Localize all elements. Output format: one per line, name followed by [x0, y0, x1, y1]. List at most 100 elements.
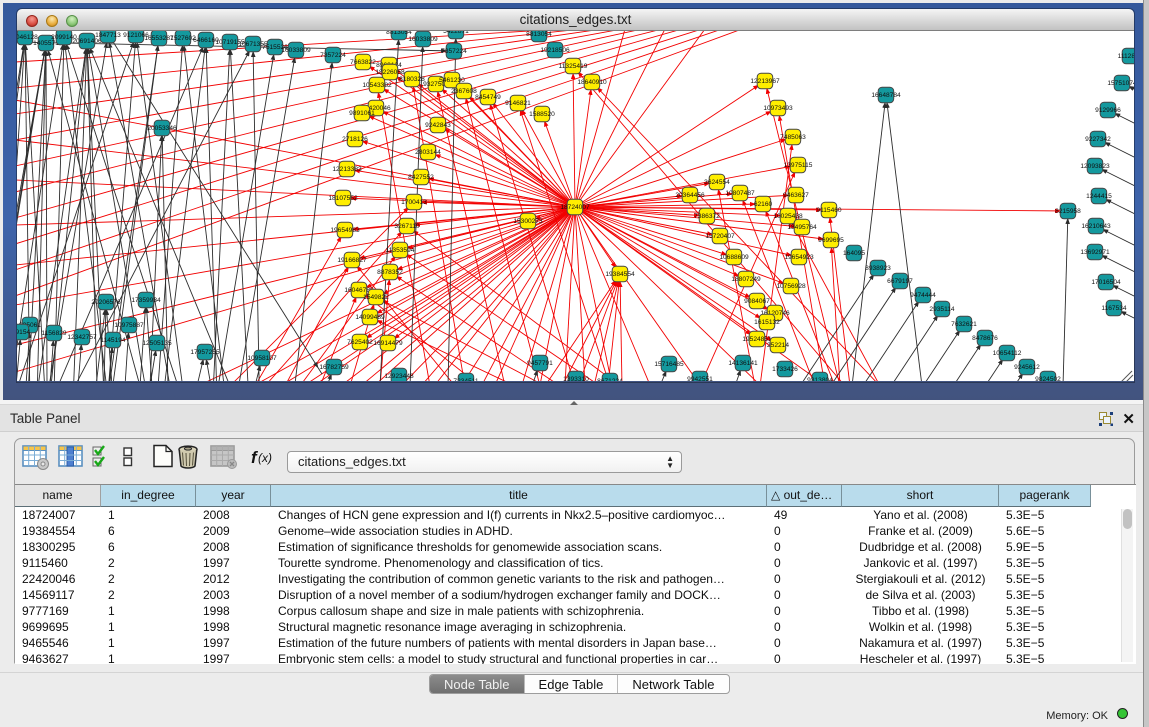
svg-text:7485063: 7485063: [780, 134, 806, 141]
svg-text:9942551: 9942551: [687, 376, 713, 381]
svg-text:9245612: 9245612: [1014, 364, 1040, 371]
svg-text:19166827: 19166827: [337, 257, 367, 264]
svg-text:7625402: 7625402: [347, 339, 373, 346]
svg-text:19218506: 19218506: [540, 47, 570, 54]
svg-text:15300273: 15300273: [513, 218, 543, 225]
svg-text:7386372: 7386372: [694, 213, 720, 220]
svg-text:10654112: 10654112: [993, 350, 1022, 357]
svg-text:15751074: 15751074: [1107, 80, 1134, 87]
svg-text:62160: 62160: [754, 201, 773, 208]
svg-text:8454749: 8454749: [475, 94, 501, 101]
svg-text:1588520: 1588520: [529, 111, 555, 118]
svg-text:9084067: 9084067: [744, 298, 770, 305]
svg-text:9463627: 9463627: [783, 192, 809, 199]
svg-text:19384554: 19384554: [605, 271, 635, 278]
svg-text:16033809: 16033809: [281, 47, 311, 54]
svg-text:12213967: 12213967: [750, 78, 780, 85]
svg-text:9824502: 9824502: [1035, 376, 1061, 381]
svg-text:13975115: 13975115: [784, 162, 813, 169]
svg-text:13692971: 13692971: [1080, 249, 1110, 256]
svg-text:7632621: 7632621: [951, 321, 977, 328]
svg-text:9242843: 9242843: [425, 122, 451, 129]
svg-text:12505135: 12505135: [142, 340, 172, 347]
svg-text:2367608: 2367608: [451, 88, 477, 95]
svg-text:16033809: 16033809: [408, 36, 438, 43]
svg-text:1549822: 1549822: [363, 294, 389, 301]
svg-text:2718126: 2718126: [342, 136, 368, 143]
svg-text:9474444: 9474444: [910, 292, 936, 299]
svg-text:16914479: 16914479: [373, 340, 403, 347]
svg-text:15716485: 15716485: [654, 361, 684, 368]
svg-text:10973493: 10973493: [763, 105, 793, 112]
svg-text:1733426: 1733426: [772, 366, 798, 373]
svg-text:1615132: 1615132: [754, 319, 780, 326]
svg-text:12923448: 12923448: [384, 373, 414, 380]
svg-text:39154: 39154: [17, 329, 30, 336]
svg-text:12093823: 12093823: [1080, 163, 1110, 170]
svg-text:(x): (x): [258, 451, 272, 465]
svg-text:164095: 164095: [843, 250, 865, 257]
svg-text:8938923: 8938923: [865, 265, 891, 272]
svg-text:20691406: 20691406: [72, 38, 102, 45]
svg-text:10807487: 10807487: [725, 190, 755, 197]
svg-text:8671224: 8671224: [597, 378, 623, 381]
svg-text:9457791: 9457791: [527, 360, 553, 367]
svg-text:8180328: 8180328: [399, 76, 425, 83]
svg-text:8427552: 8427552: [408, 174, 434, 181]
svg-text:7357224: 7357224: [441, 48, 467, 55]
svg-text:7663822: 7663822: [350, 59, 376, 66]
svg-text:1700413: 1700413: [401, 199, 427, 206]
svg-text:252214: 252214: [767, 342, 789, 349]
svg-text:9146821: 9146821: [505, 100, 531, 107]
svg-text:3267110: 3267110: [394, 223, 420, 230]
svg-text:8878352: 8878352: [377, 269, 403, 276]
svg-text:14099489: 14099489: [355, 314, 385, 321]
svg-text:10543382: 10543382: [362, 82, 392, 89]
svg-text:1145194: 1145194: [100, 337, 126, 344]
svg-text:1112803: 1112803: [1118, 53, 1134, 60]
svg-text:1847713: 1847713: [95, 32, 121, 39]
svg-text:1393310: 1393310: [563, 376, 589, 381]
svg-text:18107552: 18107552: [328, 195, 358, 202]
svg-text:9115460: 9115460: [816, 207, 842, 214]
svg-text:2803144: 2803144: [415, 149, 441, 156]
svg-text:16782759: 16782759: [319, 364, 349, 371]
svg-text:20206576: 20206576: [91, 299, 121, 306]
svg-text:9891061: 9891061: [349, 110, 375, 117]
svg-text:17016504: 17016504: [1091, 279, 1121, 286]
svg-text:5422871: 5422871: [443, 31, 469, 35]
svg-text:14136141: 14136141: [728, 360, 758, 367]
svg-text:9227342: 9227342: [1085, 136, 1111, 143]
svg-text:20053346: 20053346: [147, 125, 177, 132]
svg-text:17359934: 17359934: [131, 297, 161, 304]
svg-text:19654923: 19654923: [784, 254, 814, 261]
svg-text:9129966: 9129966: [1095, 107, 1121, 114]
svg-text:19654983: 19654983: [330, 227, 360, 234]
svg-text:18724007: 18724007: [560, 204, 590, 211]
svg-text:8813054: 8813054: [526, 31, 552, 38]
svg-text:2935114: 2935114: [929, 306, 955, 313]
svg-text:10958107: 10958107: [247, 355, 277, 362]
svg-text:10688609: 10688609: [719, 254, 749, 261]
svg-text:11325419: 11325419: [559, 63, 588, 70]
svg-text:8215958: 8215958: [1055, 208, 1081, 215]
svg-text:9699695: 9699695: [818, 237, 844, 244]
svg-text:16648784: 16648784: [871, 92, 901, 99]
svg-text:3624554: 3624554: [704, 179, 730, 186]
svg-text:1167534: 1167534: [1101, 305, 1127, 312]
svg-text:7357224: 7357224: [320, 52, 346, 59]
svg-text:7234511: 7234511: [453, 378, 479, 381]
svg-text:20364456: 20364456: [675, 192, 705, 199]
svg-text:18807249: 18807249: [731, 276, 761, 283]
svg-text:9313804: 9313804: [807, 377, 833, 381]
svg-text:15720407: 15720407: [705, 233, 735, 240]
svg-text:1244415: 1244415: [1086, 193, 1112, 200]
svg-text:10756928: 10756928: [776, 283, 806, 290]
svg-text:6679197: 6679197: [887, 278, 913, 285]
svg-text:16210643: 16210643: [1081, 223, 1111, 230]
svg-text:18640910: 18640910: [577, 79, 607, 86]
svg-text:1156829: 1156829: [41, 330, 67, 337]
svg-text:8478676: 8478676: [972, 335, 998, 342]
svg-text:12213383: 12213383: [332, 166, 362, 173]
svg-text:17957255: 17957255: [190, 349, 220, 356]
